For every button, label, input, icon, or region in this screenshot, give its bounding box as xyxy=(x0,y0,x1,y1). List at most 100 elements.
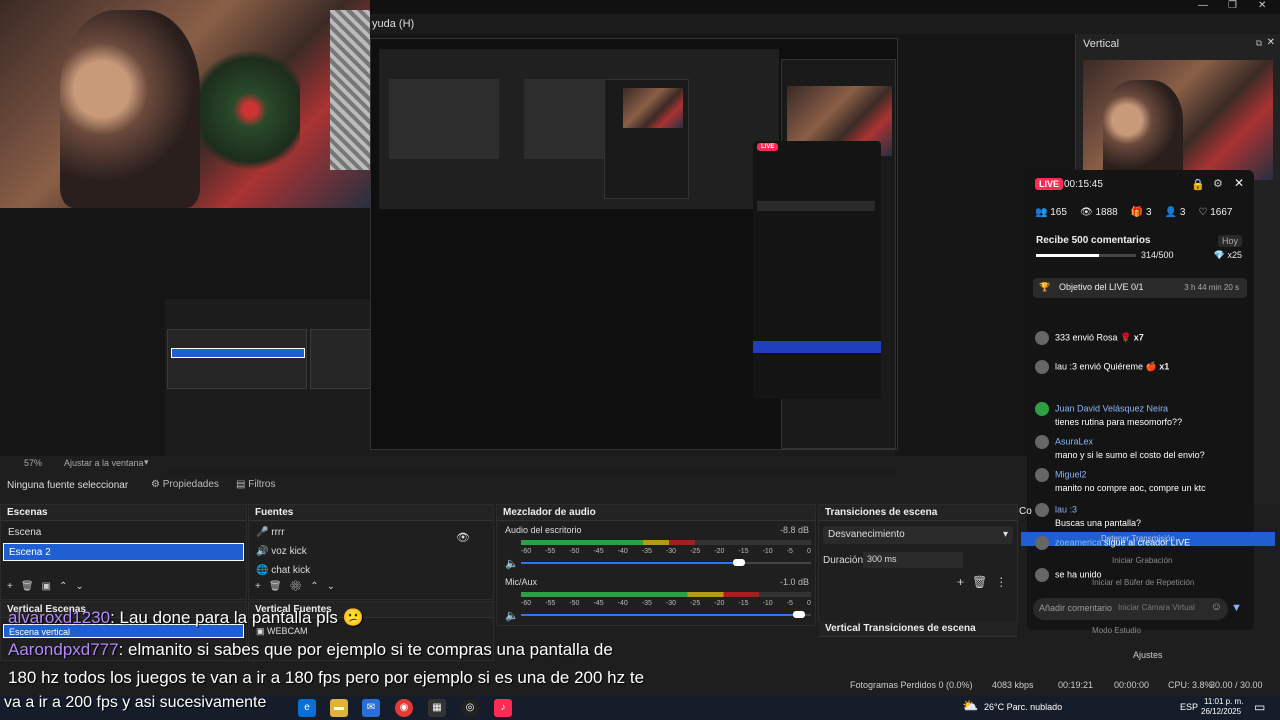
likes-count: 1667 xyxy=(1210,207,1233,218)
filter-icon[interactable]: ▼ xyxy=(1231,602,1242,614)
overlay-user: Aarondpxd777 xyxy=(8,640,119,659)
track-name: Mic/Aux xyxy=(505,577,538,587)
transition-toolbar[interactable]: +🗑⋮ xyxy=(957,575,1015,589)
duration-input[interactable]: 300 ms xyxy=(863,552,963,568)
objective-text: Objetivo del LIVE 0/1 xyxy=(1059,282,1144,292)
gift-count: x1 xyxy=(1159,361,1170,372)
nested-selected-scene xyxy=(171,348,305,358)
language-indicator[interactable]: ESP xyxy=(1180,702,1198,712)
weather-text[interactable]: 26°C Parc. nublado xyxy=(984,702,1062,712)
close-icon[interactable]: ✕ xyxy=(1267,37,1275,48)
track-db: -8.8 dB xyxy=(779,525,809,535)
close-button[interactable]: ✕ xyxy=(1258,0,1266,11)
menu-help[interactable]: yuda (H) xyxy=(372,18,414,30)
gear-icon[interactable]: ⚙ xyxy=(1213,177,1223,190)
clock-date[interactable]: 26/12/2025 xyxy=(1201,707,1241,716)
preview-status: 57% Ajustar a la ventana ▾ xyxy=(0,456,1020,470)
source-item[interactable]: 🌐 chat kick xyxy=(251,562,491,580)
comment-user: zoeamerica xyxy=(1055,537,1102,548)
db-tick: -45 xyxy=(593,548,604,555)
comment-user: lau :3 xyxy=(1055,504,1078,515)
shares-count: 3 xyxy=(1179,207,1186,218)
comment-text: mano y si le sumo el costo del envio? xyxy=(1055,450,1205,460)
comment-row: Miguel2 manito no compre aoc, compre un k… xyxy=(1035,468,1206,494)
db-tick: -20 xyxy=(714,548,725,555)
filters-button[interactable]: ▤ Filtros xyxy=(236,479,275,490)
volume-slider[interactable] xyxy=(521,559,811,566)
close-icon[interactable]: ✕ xyxy=(1234,176,1244,190)
store-icon[interactable]: ▦ xyxy=(428,699,446,717)
sources-title: Fuentes xyxy=(249,505,493,521)
db-tick: -35 xyxy=(641,548,652,555)
vertical-preview xyxy=(1083,60,1273,180)
clock-time[interactable]: 11:01 p. m. xyxy=(1204,697,1243,706)
viewers-count: 165 xyxy=(1050,207,1067,218)
comment-user: Juan David Velásquez Neira xyxy=(1055,403,1169,414)
fit-mode[interactable]: Ajustar a la ventana xyxy=(64,458,144,468)
source-item[interactable]: 🎤 rrrr xyxy=(251,524,491,542)
objective-row[interactable]: 🏆 Objetivo del LIVE 0/1 3 h 44 min 20 s xyxy=(1033,278,1247,298)
nested-vertical-cam xyxy=(623,88,683,128)
stream-chat-overlay: alvaroxd1230: Lau done para la pantalla … xyxy=(0,606,700,696)
speaker-icon[interactable]: 🔈 xyxy=(505,557,519,570)
edge-icon[interactable]: e xyxy=(298,699,316,717)
comment-input-placeholder: Añadir comentario xyxy=(1039,603,1113,613)
transitions-title: Transiciones de escena xyxy=(819,505,1017,521)
comment-text: manito no compre aoc, compre un ktc xyxy=(1055,483,1206,493)
sources-dock: Fuentes 🎤 rrrr 🔊 voz kick 🌐 chat kick 👁 … xyxy=(248,504,494,600)
scenes-dock: Escenas Escena Escena 2 +🗑▣⌃⌄ xyxy=(0,504,247,600)
nested-vertical xyxy=(604,79,689,199)
maximize-button[interactable]: ❐ xyxy=(1228,0,1237,11)
obs-status-bar: Fotogramas Perdidos 0 (0.0%) 4083 kbps 0… xyxy=(840,676,1280,708)
scene-item[interactable]: Escena xyxy=(3,524,244,542)
track-db: -1.0 dB xyxy=(779,577,809,587)
mixer-title: Mezclador de audio xyxy=(497,505,815,521)
gift-row: lau :3 envió Quiéreme 🍎 x1 xyxy=(1035,360,1169,374)
cpu-usage: CPU: 3.8% xyxy=(1168,680,1213,690)
shares-stat: 👤 3 xyxy=(1164,207,1186,218)
mail-icon[interactable]: ✉ xyxy=(362,699,380,717)
likes-stat: ♡ 1667 xyxy=(1198,207,1233,218)
live-time: 00:19:21 xyxy=(1058,680,1094,690)
goal-progress-track xyxy=(1036,254,1136,257)
db-tick: -5 xyxy=(786,600,793,607)
dropped-frames: Fotogramas Perdidos 0 (0.0%) xyxy=(850,680,973,690)
nested-props-bar xyxy=(170,319,315,329)
scene-toolbar[interactable]: +🗑▣⌃⌄ xyxy=(7,581,92,592)
gifts-count: 3 xyxy=(1146,207,1152,218)
obs-icon[interactable]: ◎ xyxy=(461,699,479,717)
float-icon[interactable]: ⧉ xyxy=(1256,38,1262,49)
source-item[interactable]: 🔊 voz kick xyxy=(251,543,491,561)
db-tick: -10 xyxy=(762,600,773,607)
ghost-virtual-cam: Iniciar Cámara Virtual xyxy=(1118,603,1195,612)
ghost-studio-mode[interactable]: Modo Estudio xyxy=(1092,626,1141,635)
zoom-level[interactable]: 57% xyxy=(24,458,42,468)
views-stat: 👁 1888 xyxy=(1079,207,1118,218)
transition-type: Desvanecimiento xyxy=(828,529,905,540)
comment-row: lau :3 Buscas una pantalla? xyxy=(1035,503,1141,529)
folder-icon[interactable]: ▬ xyxy=(330,699,348,717)
settings-button[interactable]: Ajustes xyxy=(1133,650,1163,660)
lock-icon[interactable]: 🔒 xyxy=(1191,178,1205,191)
comment-text: sigue al creador LIVE xyxy=(1104,537,1191,548)
person-figure xyxy=(60,10,200,208)
properties-button[interactable]: ⚙ Propiedades xyxy=(151,479,219,490)
chrome-icon[interactable]: ◉ xyxy=(395,699,413,717)
vertical-dock-title: Vertical xyxy=(1083,38,1120,50)
goal-progress-text: 314/500 xyxy=(1141,250,1174,260)
scene-item-selected[interactable]: Escena 2 xyxy=(3,543,244,561)
emoji-icon[interactable]: ☺ xyxy=(1211,601,1222,613)
webcam-feed xyxy=(0,0,370,208)
nested-stream-bar xyxy=(753,341,881,353)
source-toolbar[interactable]: +🗑⚙⌃⌄ xyxy=(255,581,343,592)
notification-icon[interactable]: ▭ xyxy=(1254,700,1265,714)
eye-icon[interactable]: 👁 xyxy=(456,531,470,544)
nested-live-badge: LIVE xyxy=(757,143,779,151)
ghost-start-recording: Iniciar Grabación xyxy=(1112,556,1173,565)
track-name: Audio del escritorio xyxy=(505,525,582,535)
tiktok-icon[interactable]: ♪ xyxy=(494,699,512,717)
comment-input[interactable]: Añadir comentario Iniciar Cámara Virtual… xyxy=(1033,598,1228,620)
chevron-down-icon[interactable]: ▾ xyxy=(144,457,149,468)
transition-select[interactable]: Desvanecimiento ▾ xyxy=(823,526,1013,544)
minimize-button[interactable]: — xyxy=(1198,0,1208,11)
